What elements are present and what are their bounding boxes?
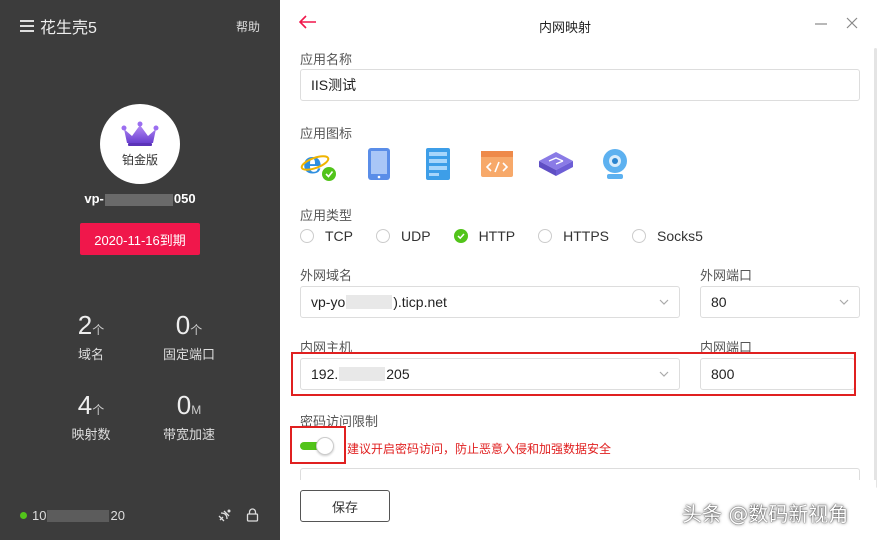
app-type-radio-group: TCP UDP HTTP HTTPS Socks5: [300, 228, 726, 244]
ip-prefix: 10: [32, 508, 47, 523]
stat-bandwidth[interactable]: 0M 带宽加速: [139, 390, 239, 443]
radio-label: UDP: [401, 228, 431, 244]
redacted-block: [346, 295, 393, 309]
stat-fixed-ports[interactable]: 0个 固定端口: [139, 310, 239, 363]
app-name-value: IIS测试: [311, 77, 357, 93]
radio-tcp[interactable]: TCP: [300, 228, 353, 244]
highlight-box: [290, 426, 346, 464]
code-window-icon[interactable]: [477, 146, 517, 182]
scrollbar[interactable]: [874, 48, 877, 488]
radio-socks5[interactable]: Socks5: [632, 228, 703, 244]
save-button[interactable]: 保存: [300, 490, 390, 522]
ext-port-select[interactable]: 80: [700, 286, 860, 318]
edition-label: 铂金版: [121, 152, 158, 167]
ext-domain-select[interactable]: vp-yo ).ticp.net: [300, 286, 680, 318]
stat-unit: 个: [92, 323, 105, 337]
expire-button[interactable]: 2020-11-16到期: [80, 223, 200, 255]
network-switch-icon[interactable]: [536, 146, 576, 182]
radio-circle: [538, 229, 553, 243]
ext-domain-label: 外网域名: [300, 268, 353, 283]
app-type-label: 应用类型: [300, 208, 353, 223]
radio-checked-icon: [453, 229, 468, 243]
stat-number: 0: [175, 310, 191, 340]
stat-unit: M: [191, 403, 202, 417]
ext-domain-prefix: vp-yo: [311, 294, 346, 310]
ext-port-label: 外网端口: [700, 268, 753, 283]
ext-port-value: 80: [711, 294, 727, 310]
account-suffix: 050: [173, 191, 196, 206]
ip-suffix: 20: [110, 508, 125, 523]
avatar[interactable]: 铂金版: [100, 104, 180, 184]
radio-circle: [632, 229, 647, 243]
redacted-block: [104, 193, 173, 206]
radio-label: TCP: [325, 228, 353, 244]
dialog-title: 内网映射: [538, 20, 591, 35]
stat-label: 带宽加速: [162, 427, 215, 442]
status-bar: 10 20: [20, 508, 125, 523]
radio-label: HTTPS: [563, 228, 610, 244]
stat-label: 映射数: [71, 427, 111, 442]
webcam-icon[interactable]: [595, 146, 635, 182]
ie-icon[interactable]: e: [300, 146, 340, 182]
stat-label: 固定端口: [162, 347, 215, 362]
stat-mappings[interactable]: 4个 映射数: [41, 390, 141, 443]
close-icon[interactable]: [844, 15, 860, 31]
account-prefix: vp-: [84, 191, 104, 206]
stat-number: 2: [77, 310, 93, 340]
pwd-warning: 建议开启密码访问，防止恶意入侵和加强数据安全: [347, 442, 612, 456]
server-icon[interactable]: [418, 146, 458, 182]
sidebar: 花生壳5 帮助 铂金版 vp- 050 2020-11-16到期 2个 域名 0个…: [0, 0, 280, 540]
minimize-icon[interactable]: [813, 15, 829, 31]
app-icon-label: 应用图标: [300, 126, 353, 141]
radio-udp[interactable]: UDP: [376, 228, 431, 244]
app-icon-picker: e: [300, 146, 654, 182]
stat-label: 域名: [77, 347, 104, 362]
online-status-dot: [20, 512, 27, 519]
radio-label: Socks5: [657, 228, 703, 244]
highlight-box: [291, 352, 856, 396]
stat-number: 4: [77, 390, 93, 420]
watermark: 头条 @数码新视角: [682, 502, 849, 526]
crown-icon: [121, 121, 159, 146]
ext-domain-suffix: ).ticp.net: [393, 294, 447, 310]
lock-icon[interactable]: [246, 508, 259, 522]
chevron-down-icon: [839, 299, 849, 305]
radio-https[interactable]: HTTPS: [538, 228, 609, 244]
radio-label: HTTP: [478, 228, 516, 244]
app-name-label: 应用名称: [300, 52, 353, 67]
stat-domains[interactable]: 2个 域名: [41, 310, 141, 363]
account-name: vp- 050: [0, 191, 280, 206]
app-title: 花生壳5: [40, 20, 97, 37]
svg-text:e: e: [303, 146, 322, 181]
radio-circle: [300, 229, 314, 243]
satellite-icon[interactable]: [218, 508, 232, 522]
stat-number: 0: [176, 390, 192, 420]
radio-http[interactable]: HTTP: [453, 228, 516, 244]
stat-unit: 个: [92, 403, 105, 417]
radio-circle: [376, 229, 390, 243]
menu-icon[interactable]: [20, 20, 34, 32]
app-name-input[interactable]: IIS测试: [300, 69, 860, 101]
help-link[interactable]: 帮助: [236, 18, 260, 35]
sidebar-header: 花生壳5: [20, 14, 97, 38]
chevron-down-icon: [659, 299, 669, 305]
stat-unit: 个: [190, 323, 203, 337]
footer-icons: [218, 508, 259, 522]
tablet-icon[interactable]: [359, 146, 399, 182]
redacted-block: [47, 509, 110, 522]
port-mapping-dialog: 内网映射 应用名称 IIS测试 应用图标 e 应用类型 TCP UDP HTTP…: [280, 0, 880, 540]
